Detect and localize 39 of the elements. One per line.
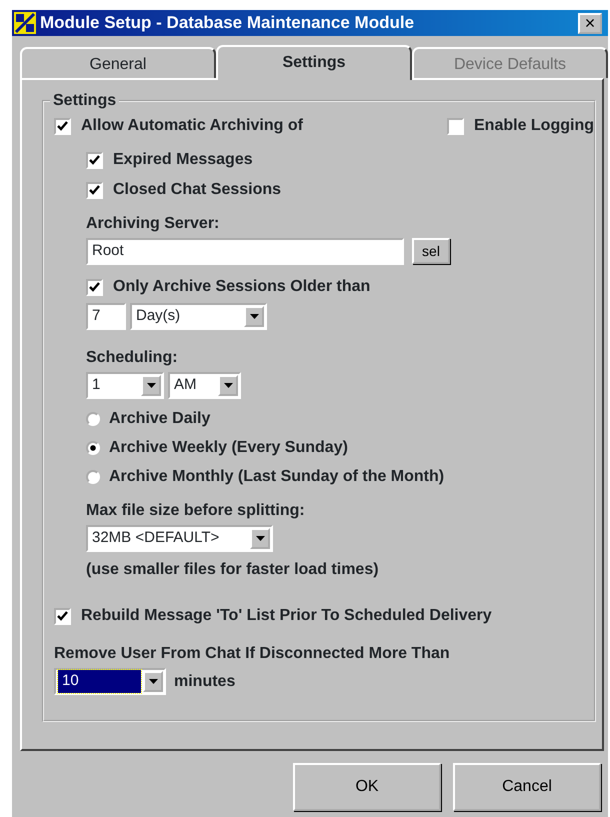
radio-label: Archive Weekly (Every Sunday): [109, 438, 348, 458]
radio-label: Archive Daily: [109, 409, 210, 429]
checkbox-label: Allow Automatic Archiving of: [81, 116, 303, 136]
checkbox[interactable]: [447, 118, 464, 134]
checkbox-label: Closed Chat Sessions: [113, 180, 282, 200]
checkbox-label: Only Archive Sessions Older than: [113, 277, 370, 297]
dialog-button[interactable]: Cancel: [453, 763, 601, 811]
unit-dropdown[interactable]: Day(s): [130, 303, 267, 330]
checkbox-label: Enable Logging: [474, 116, 594, 136]
checkbox[interactable]: [86, 278, 103, 296]
input-field[interactable]: 7: [86, 303, 126, 330]
tab[interactable]: Settings: [216, 45, 412, 80]
checkbox-label: Rebuild Message 'To' List Prior To Scheduled Delivery: [81, 606, 492, 626]
close-button[interactable]: ×: [578, 12, 602, 34]
input-field[interactable]: Root: [86, 238, 404, 265]
radio-label: Archive Monthly (Last Sunday of the Month): [109, 467, 444, 487]
checkbox[interactable]: [86, 182, 103, 198]
dialog-button[interactable]: OK: [293, 763, 441, 811]
tab[interactable]: General: [20, 47, 216, 78]
window-title: Module Setup - Database Maintenance Module: [40, 12, 414, 34]
minutes-dropdown[interactable]: 10: [54, 668, 166, 695]
checkbox[interactable]: [54, 118, 71, 134]
checkbox-label: Expired Messages: [113, 150, 253, 170]
checkbox[interactable]: [54, 608, 71, 624]
field-label: Scheduling:: [86, 348, 178, 368]
unit-label: minutes: [174, 672, 236, 692]
field-label: Max file size before splitting:: [86, 501, 305, 521]
size-dropdown[interactable]: 32MB <DEFAULT>: [86, 525, 273, 552]
hint-text: (use smaller files for faster load times): [86, 560, 379, 580]
checkbox[interactable]: [86, 152, 103, 168]
radio-button[interactable]: [86, 441, 100, 455]
hour-dropdown[interactable]: 1: [86, 372, 164, 399]
field-label: Archiving Server:: [86, 214, 220, 234]
period-dropdown[interactable]: AM: [168, 372, 241, 399]
select-button[interactable]: sel: [412, 238, 450, 264]
field-label: Remove User From Chat If Disconnected More Than: [54, 644, 450, 664]
radio-button[interactable]: [86, 470, 100, 484]
radio-button[interactable]: [86, 412, 100, 426]
app-icon: [14, 12, 36, 34]
